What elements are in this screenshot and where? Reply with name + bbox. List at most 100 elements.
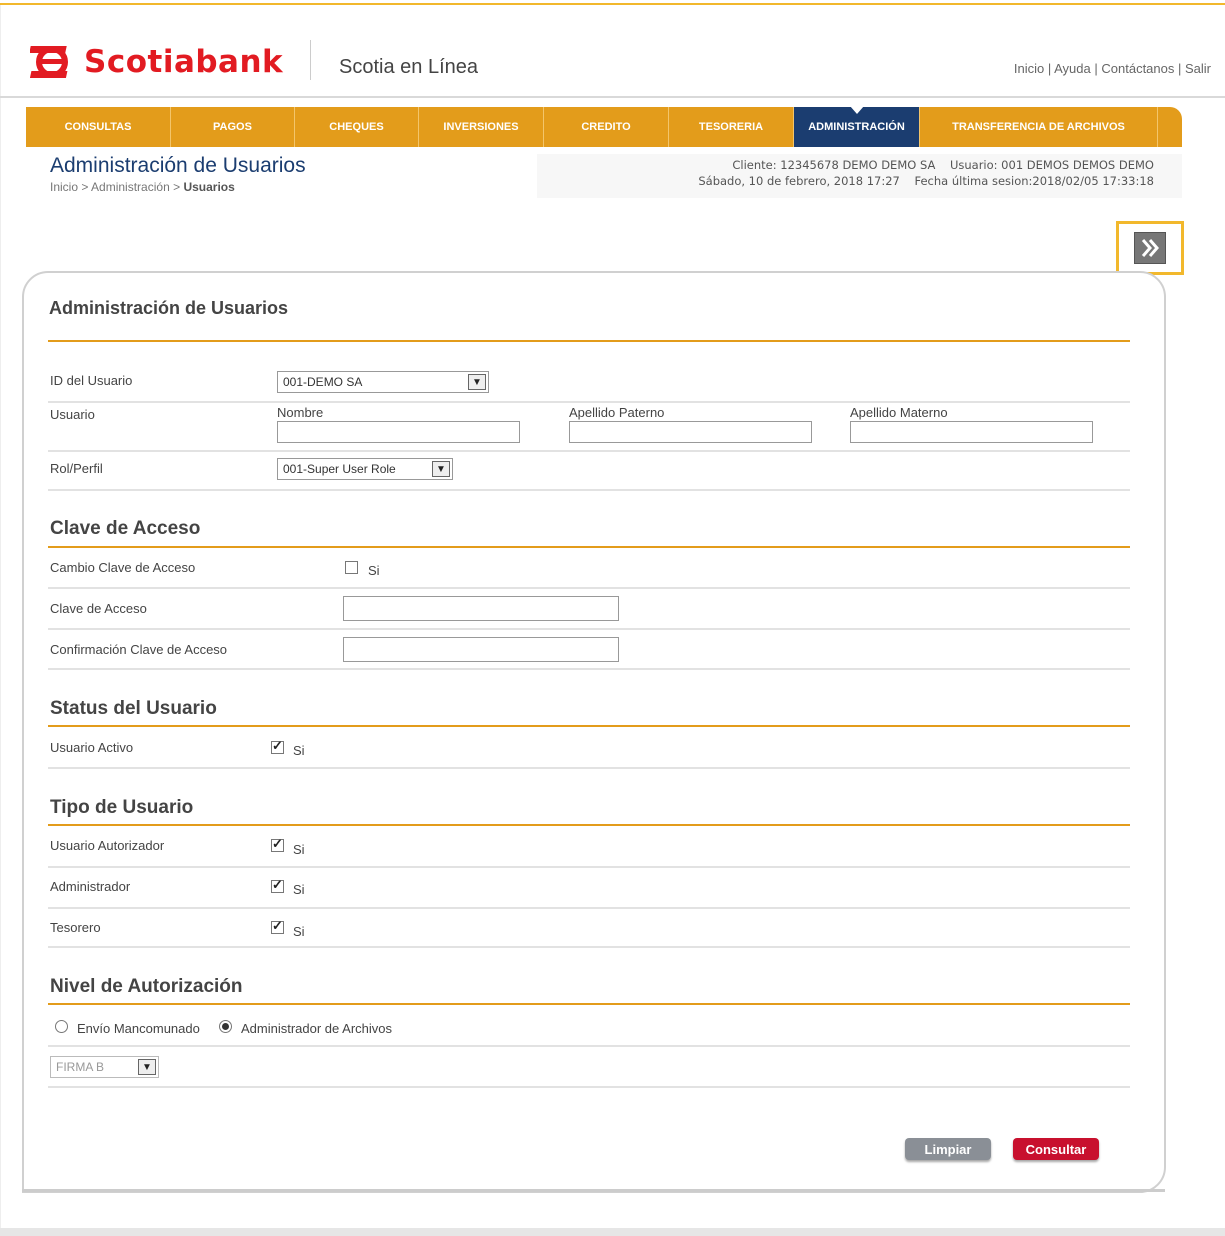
nav-transferencia-archivos[interactable]: TRANSFERENCIA DE ARCHIVOS bbox=[920, 107, 1158, 147]
admin-label: Administrador bbox=[50, 879, 131, 894]
envio-mancomunado-radio[interactable] bbox=[55, 1020, 68, 1033]
treasurer-checkbox[interactable] bbox=[271, 918, 284, 934]
client-info-line2: Sábado, 10 de febrero, 2018 17:27 Fecha … bbox=[698, 174, 1154, 188]
client-info: Cliente: 12345678 DEMO DEMO SA Usuario: … bbox=[537, 154, 1182, 198]
row-divider bbox=[48, 866, 1130, 868]
clear-button[interactable]: Limpiar bbox=[905, 1138, 991, 1160]
nav-tesoreria[interactable]: TESORERIA bbox=[669, 107, 794, 147]
breadcrumb: Inicio > Administración > Usuarios bbox=[50, 180, 235, 194]
apellido-paterno-label: Apellido Paterno bbox=[569, 405, 665, 420]
client-info-line1: Cliente: 12345678 DEMO DEMO SA Usuario: … bbox=[732, 158, 1154, 172]
nav-pagos[interactable]: PAGOS bbox=[171, 107, 295, 147]
divider bbox=[48, 340, 1130, 342]
nav-cheques[interactable]: CHEQUES bbox=[295, 107, 419, 147]
panel-shadow bbox=[22, 1189, 1165, 1192]
header-divider bbox=[310, 40, 311, 80]
left-border bbox=[0, 5, 1, 1236]
double-chevron-right-icon bbox=[1134, 232, 1166, 264]
next-button[interactable] bbox=[1116, 221, 1184, 275]
active-user-si: Si bbox=[293, 743, 305, 758]
active-user-label: Usuario Activo bbox=[50, 740, 134, 755]
treasurer-si: Si bbox=[293, 924, 305, 939]
chevron-down-icon: ▼ bbox=[468, 374, 486, 390]
divider bbox=[48, 725, 1130, 727]
auth-level-section-title: Nivel de Autorización bbox=[50, 976, 243, 997]
scotiabank-s-icon bbox=[30, 46, 68, 78]
top-accent-line bbox=[0, 3, 1225, 5]
chevron-down-icon: ▼ bbox=[432, 461, 450, 477]
row-divider bbox=[48, 1086, 1130, 1088]
chevron-down-icon: ▼ bbox=[138, 1059, 156, 1075]
apellido-materno-label: Apellido Materno bbox=[850, 405, 948, 420]
row-divider bbox=[48, 450, 1130, 452]
change-password-checkbox[interactable] bbox=[345, 561, 358, 574]
row-divider bbox=[48, 668, 1130, 670]
authorizer-checkbox[interactable] bbox=[271, 836, 284, 852]
breadcrumb-home[interactable]: Inicio bbox=[50, 180, 78, 194]
firma-select[interactable]: FIRMA B ▼ bbox=[50, 1056, 159, 1078]
nav-consultas[interactable]: CONSULTAS bbox=[26, 107, 171, 147]
link-inicio[interactable]: Inicio bbox=[1014, 61, 1044, 76]
row-divider bbox=[48, 401, 1130, 403]
breadcrumb-section[interactable]: Administración bbox=[91, 180, 170, 194]
nombre-label: Nombre bbox=[277, 405, 324, 420]
firma-value: FIRMA B bbox=[56, 1060, 105, 1074]
password-label: Clave de Acceso bbox=[50, 601, 147, 616]
link-contactanos[interactable]: Contáctanos bbox=[1101, 61, 1174, 76]
apellido-paterno-input[interactable] bbox=[569, 421, 812, 443]
active-user-checkbox[interactable] bbox=[271, 738, 284, 754]
role-select[interactable]: 001-Super User Role ▼ bbox=[277, 458, 453, 480]
row-divider bbox=[48, 946, 1130, 948]
row-divider bbox=[48, 587, 1130, 589]
authorizer-si: Si bbox=[293, 842, 305, 857]
user-id-value: 001-DEMO SA bbox=[283, 375, 363, 389]
submit-button[interactable]: Consultar bbox=[1013, 1138, 1099, 1160]
admin-si: Si bbox=[293, 882, 305, 897]
password-input[interactable] bbox=[343, 596, 619, 621]
user-id-label: ID del Usuario bbox=[50, 373, 133, 388]
type-section-title: Tipo de Usuario bbox=[50, 797, 194, 818]
confirm-password-label: Confirmación Clave de Acceso bbox=[50, 642, 228, 657]
role-label: Rol/Perfil bbox=[50, 461, 103, 476]
divider bbox=[48, 1003, 1130, 1005]
change-password-label: Cambio Clave de Acceso bbox=[50, 560, 196, 575]
user-label: Usuario bbox=[50, 407, 95, 422]
admin-checkbox[interactable] bbox=[271, 877, 284, 893]
brand-name: Scotiabank bbox=[84, 44, 284, 80]
nav-administracion[interactable]: ADMINISTRACIÓN bbox=[794, 106, 920, 147]
page-footer-bar bbox=[0, 1228, 1225, 1236]
admin-archivos-radio[interactable] bbox=[219, 1020, 232, 1033]
authorizer-label: Usuario Autorizador bbox=[50, 838, 165, 853]
admin-archivos-label: Administrador de Archivos bbox=[241, 1021, 393, 1036]
role-value: 001-Super User Role bbox=[283, 462, 396, 476]
nombre-input[interactable] bbox=[277, 421, 520, 443]
nav-inversiones[interactable]: INVERSIONES bbox=[419, 107, 544, 147]
row-divider bbox=[48, 907, 1130, 909]
row-divider bbox=[48, 489, 1130, 491]
status-section-title: Status del Usuario bbox=[50, 698, 217, 719]
main-nav: CONSULTAS PAGOS CHEQUES INVERSIONES CRED… bbox=[26, 106, 1182, 147]
breadcrumb-current: Usuarios bbox=[183, 180, 235, 194]
row-divider bbox=[48, 628, 1130, 630]
row-divider bbox=[48, 767, 1130, 769]
change-password-si: Si bbox=[368, 563, 380, 578]
breadcrumb-sep: > bbox=[81, 180, 89, 194]
top-links: Inicio | Ayuda | Contáctanos | Salir bbox=[1013, 61, 1211, 76]
divider bbox=[48, 546, 1130, 548]
form-title: Administración de Usuarios bbox=[49, 298, 289, 318]
row-divider bbox=[48, 1045, 1130, 1047]
treasurer-label: Tesorero bbox=[50, 920, 101, 935]
apellido-materno-input[interactable] bbox=[850, 421, 1093, 443]
envio-mancomunado-label: Envío Mancomunado bbox=[77, 1021, 200, 1036]
scotiabank-logo[interactable]: Scotiabank bbox=[30, 40, 283, 84]
link-salir[interactable]: Salir bbox=[1185, 61, 1211, 76]
link-ayuda[interactable]: Ayuda bbox=[1054, 61, 1091, 76]
nav-credito[interactable]: CREDITO bbox=[544, 107, 669, 147]
divider bbox=[48, 824, 1130, 826]
confirm-password-input[interactable] bbox=[343, 637, 619, 662]
header-separator bbox=[0, 96, 1225, 98]
access-section-title: Clave de Acceso bbox=[50, 518, 201, 539]
breadcrumb-sep: > bbox=[173, 180, 181, 194]
product-name: Scotia en Línea bbox=[339, 56, 478, 78]
user-id-select[interactable]: 001-DEMO SA ▼ bbox=[277, 371, 489, 393]
